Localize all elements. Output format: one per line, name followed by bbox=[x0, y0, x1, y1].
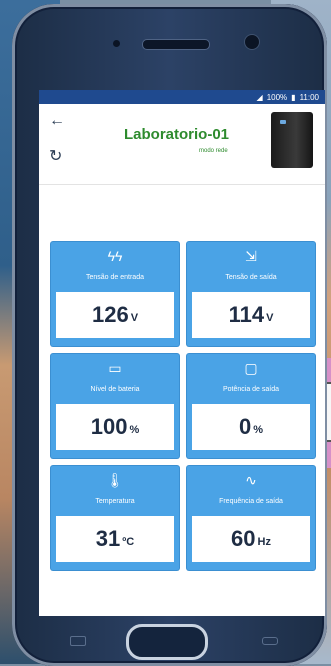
signal-icon: ◢ bbox=[256, 92, 263, 102]
card-value: 60 bbox=[231, 526, 256, 551]
card-value: 100 bbox=[90, 414, 128, 439]
card-value-box: 0 % bbox=[192, 404, 310, 450]
card-battery-level: ▭ Nível de bateria 100 % bbox=[51, 354, 179, 458]
home-button[interactable] bbox=[126, 624, 208, 660]
metrics-grid: ϟϟ Tensão de entrada 126 V ⇲ Tensão de s… bbox=[51, 242, 315, 570]
thermometer-icon: 🌡 bbox=[106, 472, 124, 488]
recent-apps-key[interactable] bbox=[70, 636, 86, 646]
phone-frame: ◢ 100% ▮ 11:00 ← ↻ Laboratorio-01 modo r… bbox=[12, 4, 327, 666]
card-temperature: 🌡 Temperatura 31 ºC bbox=[51, 466, 179, 570]
card-output-frequency: ∿ Frequência de saída 60 Hz bbox=[187, 466, 315, 570]
earpiece-speaker bbox=[142, 39, 210, 50]
card-value-box: 60 Hz bbox=[192, 516, 310, 562]
card-unit: V bbox=[266, 312, 274, 324]
card-label: Nível de bateria bbox=[90, 386, 140, 393]
device-title: Laboratorio-01 bbox=[124, 126, 230, 143]
battery-level: 100% bbox=[266, 92, 288, 102]
app-header: ← ↻ Laboratorio-01 modo rede bbox=[39, 104, 325, 185]
card-value-box: 126 V bbox=[56, 292, 174, 338]
card-unit: Hz bbox=[257, 536, 271, 548]
card-value-box: 31 ºC bbox=[56, 516, 174, 562]
card-value: 126 bbox=[91, 302, 129, 327]
phone-screen: ◢ 100% ▮ 11:00 ← ↻ Laboratorio-01 modo r… bbox=[39, 90, 325, 616]
card-label: Tensão de entrada bbox=[86, 274, 144, 281]
monitor-icon: ▢ bbox=[244, 360, 258, 376]
card-label: Temperatura bbox=[95, 498, 135, 505]
card-label: Potência de saída bbox=[222, 386, 280, 393]
card-value-box: 114 V bbox=[192, 292, 310, 338]
card-value-box: 100 % bbox=[56, 404, 174, 450]
card-input-voltage: ϟϟ Tensão de entrada 126 V bbox=[51, 242, 179, 346]
ups-device-icon bbox=[271, 112, 313, 168]
card-value: 114 bbox=[228, 302, 265, 327]
back-arrow-icon[interactable]: ← bbox=[49, 112, 65, 130]
card-unit: V bbox=[130, 312, 139, 324]
card-label: Frequência de saída bbox=[219, 498, 283, 505]
input-voltage-icon: ϟϟ bbox=[107, 248, 123, 264]
proximity-sensor bbox=[113, 40, 120, 47]
card-value: 31 bbox=[95, 526, 121, 551]
card-value: 0 bbox=[238, 414, 252, 439]
card-output-voltage: ⇲ Tensão de saída 114 V bbox=[187, 242, 315, 346]
output-voltage-icon: ⇲ bbox=[245, 248, 257, 264]
status-bar: ◢ 100% ▮ 11:00 bbox=[39, 90, 325, 104]
back-key[interactable] bbox=[262, 637, 278, 645]
card-output-power: ▢ Potência de saída 0 % bbox=[187, 354, 315, 458]
card-label: Tensão de saída bbox=[225, 274, 277, 281]
battery-icon: ▭ bbox=[108, 360, 122, 376]
card-unit: ºC bbox=[122, 536, 135, 548]
card-unit: % bbox=[129, 424, 140, 436]
refresh-icon[interactable]: ↻ bbox=[49, 146, 62, 166]
battery-status-icon: ▮ bbox=[291, 92, 296, 102]
card-unit: % bbox=[253, 424, 264, 436]
clock: 11:00 bbox=[299, 92, 319, 102]
wave-icon: ∿ bbox=[245, 472, 257, 488]
front-camera bbox=[244, 34, 260, 50]
device-mode: modo rede bbox=[199, 148, 228, 154]
